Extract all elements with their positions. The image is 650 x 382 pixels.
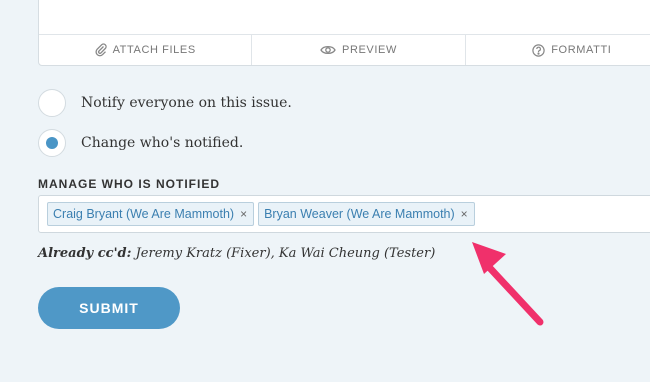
radio-selected-dot <box>46 137 58 149</box>
change-notified-radio[interactable] <box>38 129 66 157</box>
token-craig-bryant[interactable]: Craig Bryant (We Are Mammoth) × <box>47 202 255 226</box>
editor-toolbar: ATTACH FILES PREVIEW FORMATTI <box>39 34 650 65</box>
change-notified-label: Change who's notified. <box>81 135 244 151</box>
already-cc-text: Already cc'd: Jeremy Kratz (Fixer), Ka W… <box>38 246 435 261</box>
paperclip-icon <box>95 43 107 57</box>
token-label: Craig Bryant (We Are Mammoth) <box>53 207 235 221</box>
token-label: Bryan Weaver (We Are Mammoth) <box>264 207 455 221</box>
comment-editor[interactable]: ATTACH FILES PREVIEW FORMATTI <box>38 0 650 66</box>
submit-button[interactable]: SUBMIT <box>38 287 180 329</box>
preview-label: PREVIEW <box>342 44 397 56</box>
formatting-button[interactable]: FORMATTI <box>466 35 650 65</box>
token-bryan-weaver[interactable]: Bryan Weaver (We Are Mammoth) × <box>258 202 475 226</box>
notify-everyone-radio[interactable] <box>38 89 66 117</box>
manage-notified-heading: MANAGE WHO IS NOTIFIED <box>38 177 220 191</box>
annotation-arrow <box>472 242 544 326</box>
already-cc-names: Jeremy Kratz (Fixer), Ka Wai Cheung (Tes… <box>135 246 436 261</box>
attach-files-button[interactable]: ATTACH FILES <box>39 35 253 65</box>
attach-files-label: ATTACH FILES <box>112 44 196 56</box>
help-circle-icon <box>532 43 545 57</box>
notified-people-input[interactable]: Craig Bryant (We Are Mammoth) × Bryan We… <box>38 195 650 233</box>
remove-token-icon[interactable]: × <box>461 207 468 221</box>
notify-everyone-label: Notify everyone on this issue. <box>81 95 292 111</box>
change-notified-option[interactable]: Change who's notified. <box>38 129 243 157</box>
notify-everyone-option[interactable]: Notify everyone on this issue. <box>38 89 292 117</box>
formatting-label: FORMATTI <box>551 44 612 56</box>
preview-button[interactable]: PREVIEW <box>252 35 466 65</box>
remove-token-icon[interactable]: × <box>240 207 247 221</box>
eye-icon <box>320 44 336 56</box>
already-cc-prefix: Already cc'd: <box>38 246 132 261</box>
